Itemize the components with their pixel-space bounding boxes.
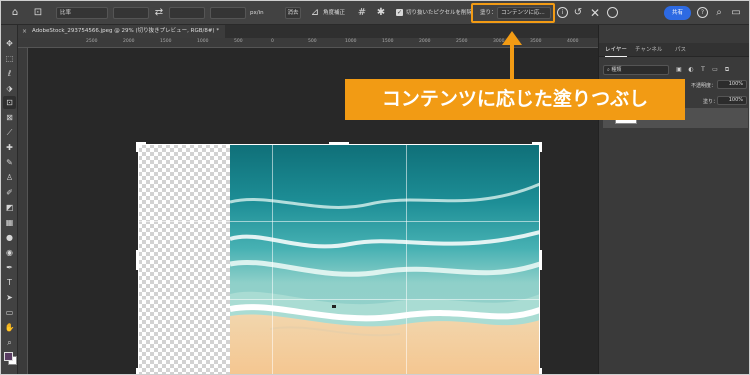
marquee-tool-icon[interactable]: ⬚: [3, 52, 16, 65]
ratio-select-label: 比率: [60, 10, 72, 16]
ruler-tick-label: 2000: [419, 39, 431, 44]
type-tool-icon[interactable]: T: [3, 276, 16, 289]
fill-field[interactable]: 100%: [717, 96, 747, 105]
stamp-tool-icon[interactable]: ♙: [3, 171, 16, 184]
settings-gear-icon[interactable]: ✱: [374, 6, 388, 20]
layer-filter-label: 種類: [611, 67, 622, 73]
ruler-tick-label: 2500: [86, 39, 98, 44]
home-icon[interactable]: ⌂: [8, 6, 22, 20]
ruler-tick-label: 1500: [160, 39, 172, 44]
tab-channels[interactable]: チャンネル: [635, 43, 662, 57]
ruler-tick-label: 500: [234, 39, 243, 44]
overlay-grid-icon[interactable]: #: [355, 6, 369, 20]
tab-layers[interactable]: レイヤー: [605, 43, 627, 57]
eyedropper-tool-icon[interactable]: ⟋: [3, 126, 16, 139]
panel-tabs: レイヤー チャンネル パス: [599, 43, 749, 57]
frame-tool-icon[interactable]: ⊠: [3, 111, 16, 124]
blur-tool-icon[interactable]: ●: [3, 231, 16, 244]
crop-handle-left[interactable]: [136, 250, 139, 270]
clear-button[interactable]: 消去: [285, 7, 301, 19]
crop-handle-top-left[interactable]: [136, 142, 139, 152]
dodge-tool-icon[interactable]: ◉: [3, 246, 16, 259]
photoshop-window: ⌂ ⊡ 比率 ⇄ px/in 消去 ⊿ 角度補正 # ✱ ✓ 切り抜いたピクセル…: [0, 0, 750, 375]
callout-arrow: [510, 41, 514, 79]
crop-tool-icon[interactable]: ⊡: [31, 6, 45, 20]
share-button[interactable]: 共有: [664, 6, 691, 20]
document-tab-title: AdobeStock_293754566.jpeg @ 29% (切り抜きプレビ…: [32, 28, 220, 34]
ruler-tick-label: 1000: [345, 39, 357, 44]
ratio-select[interactable]: 比率: [56, 7, 108, 19]
crop-handle-bottom-left[interactable]: [136, 368, 139, 374]
hand-tool-icon[interactable]: ✋: [3, 321, 16, 334]
vertical-ruler: [18, 48, 28, 374]
history-brush-tool-icon[interactable]: ✐: [3, 186, 16, 199]
adjustment-filter-icon[interactable]: ◐: [687, 65, 695, 75]
unit-select[interactable]: px/in: [250, 6, 264, 20]
healing-brush-tool-icon[interactable]: ✚: [3, 141, 16, 154]
path-select-tool-icon[interactable]: ➤: [3, 291, 16, 304]
crop-handle-bottom-right[interactable]: [539, 368, 542, 374]
ruler-tick-label: 1000: [197, 39, 209, 44]
cancel-crop-icon[interactable]: ✕: [588, 6, 602, 20]
workspace-icon[interactable]: ▭: [729, 6, 743, 20]
ruler-tick-label: 1500: [382, 39, 394, 44]
smart-object-filter-icon[interactable]: ⧉: [723, 65, 731, 75]
tab-paths[interactable]: パス: [675, 43, 686, 57]
foreground-color-swatch[interactable]: [4, 352, 13, 361]
opacity-field[interactable]: 100%: [717, 80, 747, 89]
straighten-label[interactable]: 角度補正: [323, 6, 345, 20]
move-tool-icon[interactable]: ✥: [3, 37, 16, 50]
crop-tool-active-icon[interactable]: ⊡: [3, 96, 16, 109]
resolution-field[interactable]: [210, 7, 246, 19]
options-bar: ⌂ ⊡ 比率 ⇄ px/in 消去 ⊿ 角度補正 # ✱ ✓ 切り抜いたピクセル…: [1, 1, 749, 25]
opacity-label: 不透明度：: [691, 83, 717, 89]
reset-icon[interactable]: ↺: [571, 6, 585, 20]
crop-handle-top-right[interactable]: [539, 142, 542, 152]
ruler-tick-label: 4000: [567, 39, 579, 44]
close-tab-icon[interactable]: ×: [22, 25, 27, 38]
fill-label: 塗り：: [703, 99, 719, 105]
help-icon[interactable]: ?: [697, 7, 708, 18]
tools-panel: ✥ ⬚ ℓ ⬗ ⊡ ⊠ ⟋ ✚ ✎ ♙ ✐ ◩ ▦ ● ◉ ✒ T ➤ ▭ ✋ …: [1, 25, 18, 374]
straighten-icon[interactable]: ⊿: [308, 6, 322, 20]
swap-icon[interactable]: ⇄: [152, 6, 166, 20]
info-icon[interactable]: i: [557, 7, 568, 18]
object-select-tool-icon[interactable]: ⬗: [3, 82, 16, 95]
callout-arrow-head: [502, 31, 522, 45]
commit-crop-icon[interactable]: [607, 7, 618, 18]
zoom-tool-icon[interactable]: ⌕: [3, 336, 16, 349]
ruler-tick-label: 3500: [530, 39, 542, 44]
layers-panel: レイヤー チャンネル パス ⌕ 種類 ▣ ◐ T ▭ ⧉ 不透明度： 100% …: [598, 25, 749, 374]
crop-border: [138, 144, 540, 374]
type-filter-icon[interactable]: T: [699, 65, 707, 75]
width-field[interactable]: [113, 7, 149, 19]
crop-handle-top[interactable]: [329, 142, 349, 145]
height-field[interactable]: [169, 7, 205, 19]
gradient-tool-icon[interactable]: ▦: [3, 216, 16, 229]
delete-cropped-checkbox[interactable]: ✓: [396, 9, 403, 16]
search-icon[interactable]: ⌕: [712, 6, 726, 20]
delete-cropped-label: 切り抜いたピクセルを削除: [406, 10, 473, 16]
ruler-tick-label: 0: [271, 39, 274, 44]
ruler-tick-label: 2000: [123, 39, 135, 44]
shape-filter-icon[interactable]: ▭: [711, 65, 719, 75]
content-aware-fill-callout: コンテンツに応じた塗りつぶし: [345, 79, 685, 120]
rectangle-tool-icon[interactable]: ▭: [3, 306, 16, 319]
fill-highlight-box: [471, 3, 555, 23]
lasso-tool-icon[interactable]: ℓ: [3, 67, 16, 80]
clear-button-label: 消去: [287, 10, 299, 16]
document-tab[interactable]: × AdobeStock_293754566.jpeg @ 29% (切り抜きプ…: [18, 25, 226, 38]
brush-tool-icon[interactable]: ✎: [3, 156, 16, 169]
crop-handle-right[interactable]: [539, 250, 542, 270]
pixel-filter-icon[interactable]: ▣: [675, 65, 683, 75]
eraser-tool-icon[interactable]: ◩: [3, 201, 16, 214]
ruler-tick-label: 2500: [456, 39, 468, 44]
ruler-tick-label: 500: [308, 39, 317, 44]
layer-filter-select[interactable]: ⌕ 種類: [603, 65, 669, 75]
crop-preview-document[interactable]: [136, 142, 542, 374]
pen-tool-icon[interactable]: ✒: [3, 261, 16, 274]
